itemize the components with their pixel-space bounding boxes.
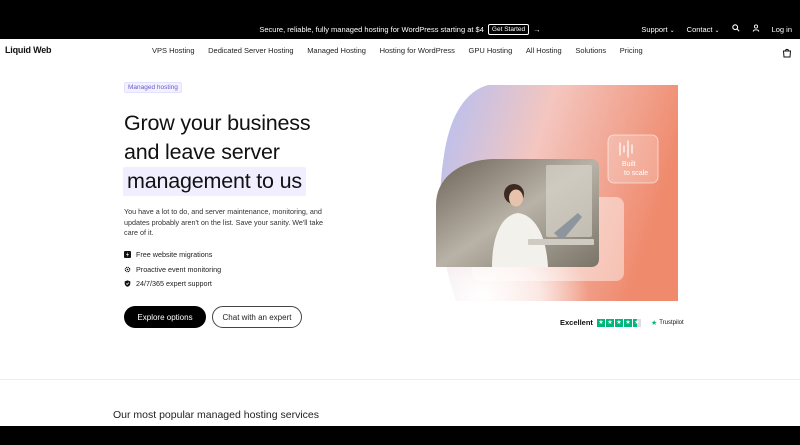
feature-label: Proactive event monitoring — [136, 265, 222, 274]
support-label: Support — [641, 24, 668, 34]
hero-illustration: Built to scale — [436, 85, 678, 301]
nav-item-gpu-hosting[interactable]: GPU Hosting — [468, 46, 512, 55]
nav-item-managed-hosting[interactable]: Managed Hosting — [307, 46, 366, 55]
feature-item: Proactive event monitoring — [124, 265, 221, 274]
trustpilot-star-icon: ★ — [650, 319, 658, 327]
chat-with-expert-button[interactable]: Chat with an expert — [212, 306, 302, 328]
hero-title: Grow your business and leave server mana… — [123, 109, 311, 196]
nav-item-solutions[interactable]: Solutions — [575, 46, 606, 55]
main-content: Liquid Web VPS Hosting Dedicated Server … — [0, 39, 800, 426]
star-icon: ★ — [623, 318, 632, 327]
to-scale-label: to scale — [624, 170, 648, 177]
section-divider — [0, 379, 800, 380]
section-title: Our most popular managed hosting service… — [113, 409, 320, 421]
nav-menu: VPS Hosting Dedicated Server Hosting Man… — [152, 46, 643, 55]
hero-badge: Managed hosting — [124, 82, 182, 93]
main-nav: Liquid Web VPS Hosting Dedicated Server … — [0, 39, 800, 62]
star-icon: ★ — [605, 318, 614, 327]
hero-description: You have a lot to do, and server mainten… — [124, 207, 324, 237]
built-label: Built — [622, 161, 636, 168]
promo-text: Secure, reliable, fully managed hosting … — [259, 24, 484, 34]
contact-menu[interactable]: Contact ⌄ — [687, 25, 720, 34]
shield-check-icon — [124, 280, 131, 287]
trustpilot-rating[interactable]: Excellent ★ ★ ★ ★ ★ ★ Trustpilot — [560, 318, 684, 327]
feature-label: Free website migrations — [136, 250, 213, 259]
feature-label: 24/7/365 expert support — [136, 279, 212, 288]
feature-item: 24/7/365 expert support — [124, 279, 212, 288]
arrow-right-icon: → — [533, 24, 541, 34]
get-started-button[interactable]: Get Started — [487, 23, 530, 35]
page: Secure, reliable, fully managed hosting … — [0, 0, 800, 445]
contact-label: Contact — [686, 24, 713, 34]
support-menu[interactable]: Support ⌄ — [641, 25, 674, 34]
star-icon: ★ — [614, 318, 623, 327]
rating-stars: ★ ★ ★ ★ ★ — [596, 318, 641, 327]
hero-title-line-2: and leave server — [124, 140, 280, 164]
chevron-down-icon: ⌄ — [714, 27, 720, 34]
cart-icon[interactable] — [782, 45, 792, 58]
login-link[interactable]: Log in — [772, 25, 792, 34]
bolt-icon — [124, 251, 131, 258]
hero-title-line-1: Grow your business — [124, 111, 311, 135]
nav-item-hosting-for-wordpress[interactable]: Hosting for WordPress — [380, 46, 455, 55]
photo-desk-item — [528, 239, 594, 245]
trustpilot-logo: ★ Trustpilot — [651, 319, 684, 327]
trustpilot-brand: Trustpilot — [659, 319, 684, 326]
promo-bar: Secure, reliable, fully managed hosting … — [0, 19, 800, 39]
rating-text: Excellent — [560, 318, 593, 327]
gear-icon — [124, 266, 131, 273]
search-icon[interactable] — [731, 24, 740, 34]
explore-options-button[interactable]: Explore options — [124, 306, 206, 328]
nav-item-all-hosting[interactable]: All Hosting — [526, 46, 562, 55]
nav-item-pricing[interactable]: Pricing — [620, 46, 643, 55]
nav-item-dedicated-server-hosting[interactable]: Dedicated Server Hosting — [208, 46, 293, 55]
nav-item-vps-hosting[interactable]: VPS Hosting — [152, 46, 195, 55]
hero-visual: Built to scale — [436, 85, 678, 301]
star-icon: ★ — [596, 318, 605, 327]
chevron-down-icon: ⌄ — [669, 27, 675, 34]
photo-face — [509, 189, 523, 207]
feature-item: Free website migrations — [124, 250, 212, 259]
hero-title-line-3: management to us — [123, 167, 306, 196]
logo[interactable]: Liquid Web — [5, 45, 52, 55]
half-star-icon: ★ — [632, 318, 641, 327]
user-icon[interactable] — [752, 24, 760, 34]
